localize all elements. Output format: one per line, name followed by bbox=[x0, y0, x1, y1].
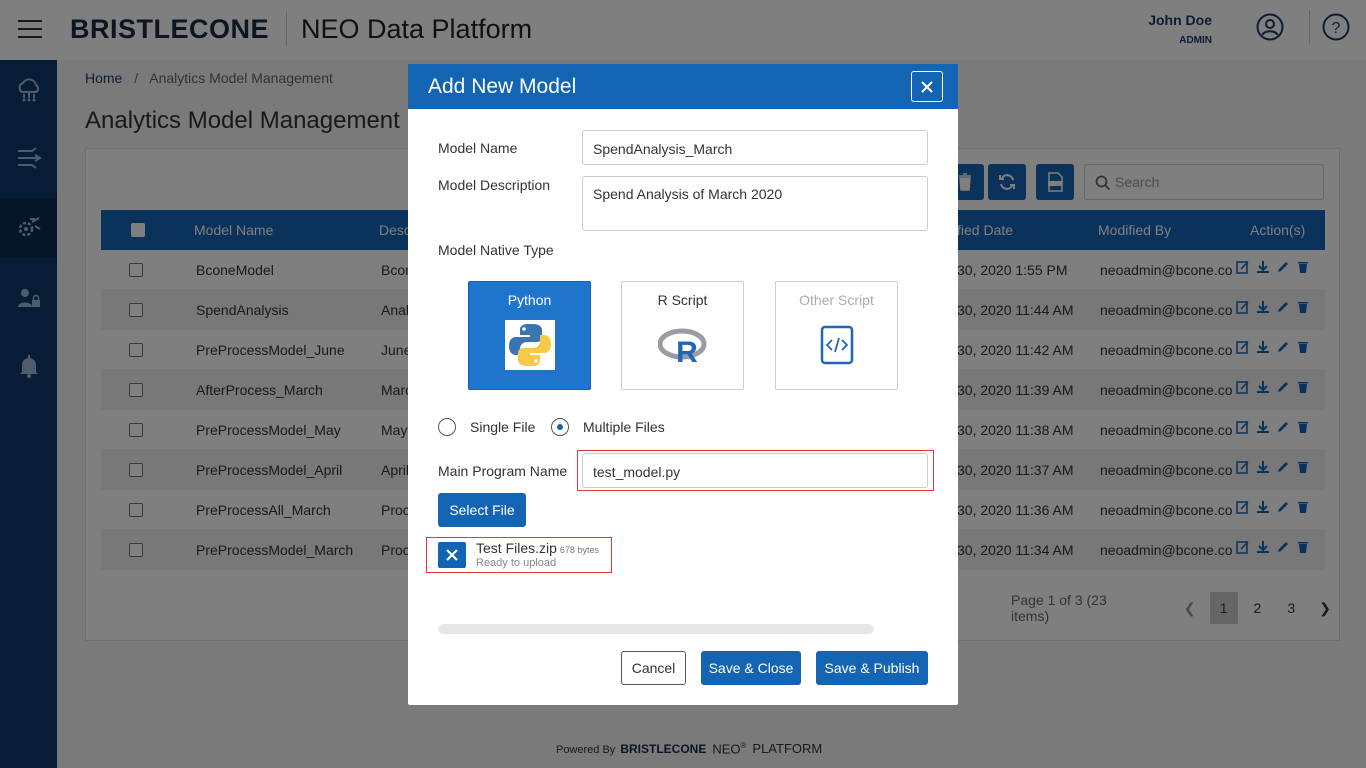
single-file-radio[interactable] bbox=[438, 418, 456, 436]
close-dialog-button[interactable] bbox=[911, 71, 943, 102]
close-icon bbox=[446, 549, 458, 561]
dialog-title: Add New Model bbox=[428, 75, 577, 98]
main-program-input[interactable]: test_model.py bbox=[582, 453, 928, 488]
model-name-label: Model Name bbox=[438, 140, 518, 156]
remove-file-button[interactable] bbox=[438, 542, 466, 568]
code-file-icon bbox=[820, 325, 854, 365]
file-size: 678 bytes bbox=[559, 545, 599, 555]
save-publish-button[interactable]: Save & Publish bbox=[816, 651, 928, 685]
save-close-button[interactable]: Save & Close bbox=[701, 651, 801, 685]
svg-text:R: R bbox=[676, 336, 698, 369]
upload-progress-bar bbox=[438, 624, 874, 634]
model-description-label: Model Description bbox=[438, 177, 551, 193]
file-status: Ready to upload bbox=[476, 557, 557, 569]
r-logo-icon: R bbox=[658, 328, 707, 369]
file-name: Test Files.zip 678 bytes bbox=[476, 540, 599, 556]
main-program-label: Main Program Name bbox=[438, 463, 568, 479]
model-name-input[interactable]: SpendAnalysis_March bbox=[582, 130, 928, 165]
type-option-label: Other Script bbox=[799, 292, 874, 308]
add-model-dialog: Add New Model Model Name SpendAnalysis_M… bbox=[408, 64, 958, 705]
multiple-files-radio[interactable] bbox=[551, 418, 569, 436]
type-option-label: R Script bbox=[657, 292, 708, 308]
close-icon bbox=[921, 80, 933, 93]
select-file-button[interactable]: Select File bbox=[438, 493, 526, 527]
type-option-python[interactable]: Python bbox=[468, 281, 591, 390]
single-file-label[interactable]: Single File bbox=[470, 419, 535, 435]
type-option-other-script[interactable]: Other Script bbox=[775, 281, 898, 390]
dialog-header: Add New Model bbox=[408, 64, 958, 109]
cancel-button[interactable]: Cancel bbox=[621, 651, 686, 685]
type-option-label: Python bbox=[507, 292, 552, 308]
multiple-files-label[interactable]: Multiple Files bbox=[583, 419, 665, 435]
native-type-label: Model Native Type bbox=[438, 242, 554, 258]
file-name-text: Test Files.zip bbox=[476, 540, 557, 556]
model-description-textarea[interactable]: Spend Analysis of March 2020 bbox=[582, 176, 928, 231]
type-option-r-script[interactable]: R Script R bbox=[621, 281, 744, 390]
python-logo-icon bbox=[505, 320, 555, 370]
